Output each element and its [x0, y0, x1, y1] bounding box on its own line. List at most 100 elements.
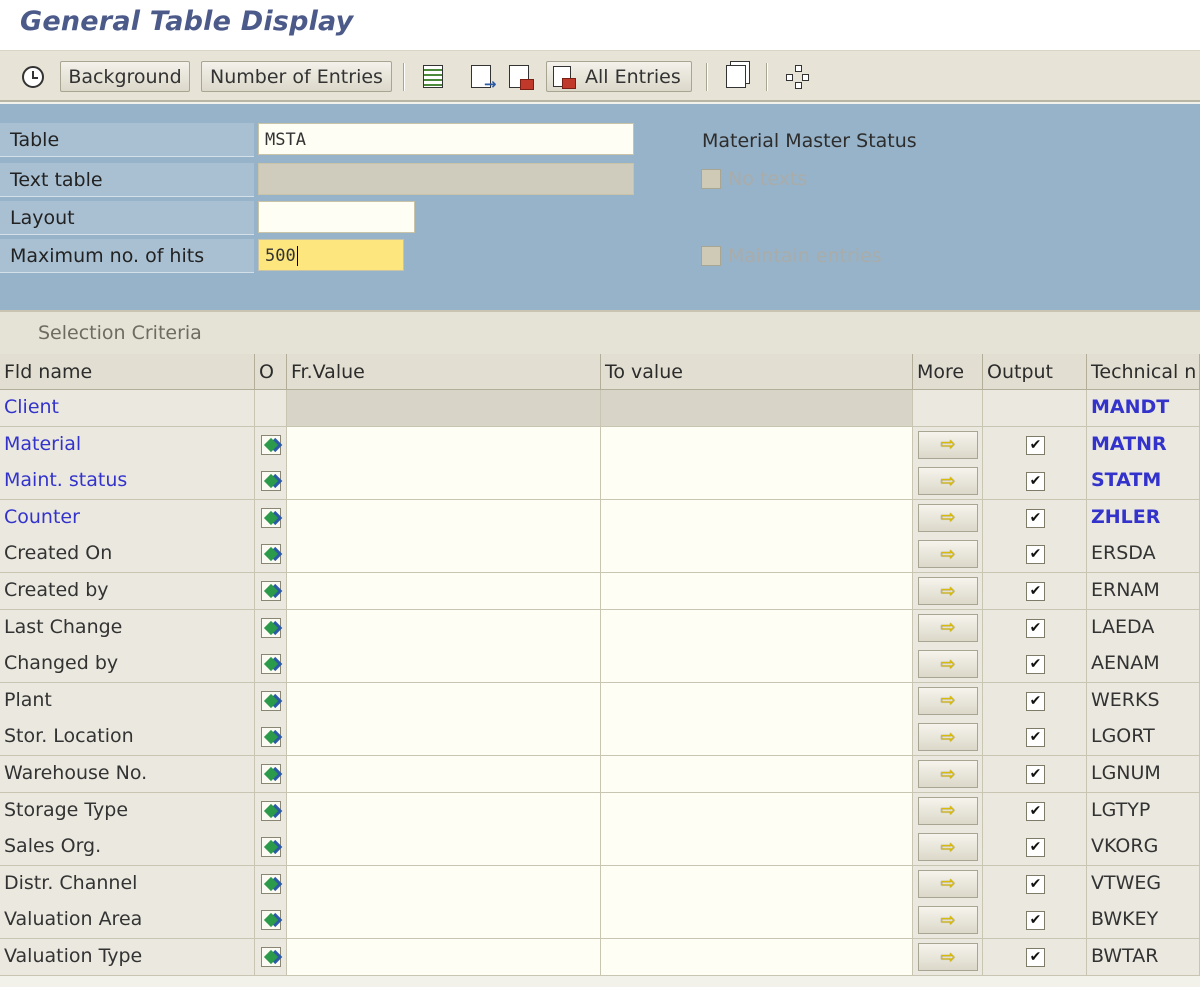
- background-button[interactable]: Background: [60, 61, 190, 92]
- selection-option-icon[interactable]: [261, 581, 281, 601]
- from-value-input[interactable]: [287, 682, 601, 720]
- to-value-input[interactable]: [601, 865, 913, 903]
- selection-option-icon[interactable]: [261, 617, 281, 638]
- column-header-option[interactable]: O: [255, 354, 287, 390]
- output-checkbox[interactable]: ✔: [1026, 435, 1045, 455]
- output-checkbox[interactable]: ✔: [1026, 655, 1045, 675]
- selection-option-icon[interactable]: [261, 434, 281, 455]
- selection-option-icon[interactable]: [261, 507, 281, 528]
- selection-header-panel: Table MSTA Material Master Status Text t…: [0, 104, 1200, 310]
- column-header-field-name[interactable]: Fld name: [0, 354, 255, 390]
- structure-button[interactable]: [782, 61, 813, 92]
- table-field[interactable]: MSTA: [258, 123, 634, 155]
- technical-name: MATNR: [1091, 432, 1167, 455]
- to-value-input[interactable]: [601, 426, 913, 464]
- arrow-right-icon[interactable]: ⇨: [918, 577, 978, 605]
- column-header-output[interactable]: Output: [983, 354, 1087, 390]
- arrow-right-icon[interactable]: ⇨: [918, 467, 978, 496]
- output-checkbox[interactable]: ✔: [1026, 691, 1045, 711]
- selection-option-icon[interactable]: [261, 837, 281, 858]
- selection-option-icon[interactable]: [261, 471, 281, 492]
- arrow-right-icon[interactable]: ⇨: [918, 723, 978, 752]
- from-value-input[interactable]: [287, 865, 601, 903]
- selection-option-icon[interactable]: [261, 727, 281, 748]
- from-value-input[interactable]: [287, 499, 601, 537]
- from-value-input[interactable]: [287, 609, 601, 647]
- to-value-input[interactable]: [601, 756, 913, 793]
- from-value-input[interactable]: [287, 536, 601, 574]
- selection-option-icon[interactable]: [261, 690, 281, 711]
- output-checkbox[interactable]: ✔: [1026, 472, 1045, 492]
- output-checkbox[interactable]: ✔: [1026, 582, 1045, 601]
- arrow-right-icon[interactable]: ⇨: [918, 613, 978, 642]
- to-value-input[interactable]: [601, 719, 913, 757]
- arrow-right-icon[interactable]: ⇨: [918, 833, 978, 862]
- to-value-input[interactable]: [601, 792, 913, 830]
- to-value-input[interactable]: [601, 646, 913, 684]
- from-value-input[interactable]: [287, 939, 601, 976]
- layout-field[interactable]: [258, 201, 415, 233]
- all-entries-button[interactable]: All Entries: [546, 61, 692, 92]
- from-value-input[interactable]: [287, 573, 601, 610]
- output-checkbox[interactable]: ✔: [1026, 765, 1045, 784]
- to-value-input[interactable]: [601, 939, 913, 976]
- number-of-entries-button[interactable]: Number of Entries: [201, 61, 392, 92]
- selection-option-icon[interactable]: [261, 873, 281, 894]
- from-value-input[interactable]: [287, 829, 601, 867]
- column-header-technical-name[interactable]: Technical n: [1087, 354, 1200, 390]
- output-checkbox[interactable]: ✔: [1026, 911, 1045, 931]
- arrow-right-icon[interactable]: ⇨: [918, 869, 978, 898]
- from-value-input[interactable]: [287, 719, 601, 757]
- selection-option-icon[interactable]: [261, 947, 281, 967]
- arrow-right-icon[interactable]: ⇨: [918, 503, 978, 532]
- to-value-input[interactable]: [601, 902, 913, 940]
- output-checkbox[interactable]: ✔: [1026, 728, 1045, 748]
- arrow-right-icon[interactable]: ⇨: [918, 796, 978, 825]
- to-value-input[interactable]: [601, 536, 913, 574]
- output-checkbox[interactable]: ✔: [1026, 618, 1045, 638]
- technical-name: STATM: [1091, 469, 1162, 492]
- execute-button[interactable]: [17, 61, 48, 92]
- from-value-input[interactable]: [287, 646, 601, 684]
- selection-option-icon[interactable]: [261, 800, 281, 821]
- to-value-input[interactable]: [601, 682, 913, 720]
- table-row: Valuation Area ⇨ ✔ BWKEY: [0, 902, 1200, 940]
- from-value-input[interactable]: [287, 756, 601, 793]
- output-checkbox[interactable]: ✔: [1026, 874, 1045, 894]
- from-value-input[interactable]: [287, 463, 601, 501]
- arrow-right-icon[interactable]: ⇨: [918, 906, 978, 935]
- get-variant-button[interactable]: [503, 61, 534, 92]
- arrow-right-icon[interactable]: ⇨: [918, 686, 978, 715]
- output-checkbox[interactable]: ✔: [1026, 838, 1045, 858]
- technical-name-cell: LGTYP: [1087, 792, 1200, 830]
- output-checkbox[interactable]: ✔: [1026, 545, 1045, 565]
- max-hits-field[interactable]: 500: [258, 239, 404, 271]
- to-value-input[interactable]: [601, 463, 913, 501]
- from-value-input[interactable]: [287, 426, 601, 464]
- to-value-input[interactable]: [601, 609, 913, 647]
- output-checkbox[interactable]: ✔: [1026, 801, 1045, 821]
- selection-option-icon[interactable]: [261, 544, 281, 565]
- from-value-input[interactable]: [287, 792, 601, 830]
- column-header-from-value[interactable]: Fr.Value: [287, 354, 601, 390]
- selection-option-icon[interactable]: [261, 764, 281, 784]
- to-value-input[interactable]: [601, 499, 913, 537]
- field-selection-button[interactable]: [720, 61, 751, 92]
- selection-option-icon[interactable]: [261, 654, 281, 675]
- output-checkbox[interactable]: ✔: [1026, 508, 1045, 528]
- column-header-more[interactable]: More: [913, 354, 983, 390]
- arrow-right-icon[interactable]: ⇨: [918, 430, 978, 459]
- to-value-input[interactable]: [601, 829, 913, 867]
- arrow-right-icon[interactable]: ⇨: [918, 943, 978, 971]
- selection-option-icon[interactable]: [261, 910, 281, 931]
- column-header-to-value[interactable]: To value: [601, 354, 913, 390]
- output-checkbox[interactable]: ✔: [1026, 948, 1045, 967]
- save-variant-button[interactable]: [465, 61, 497, 93]
- list-view-button[interactable]: [417, 61, 448, 92]
- arrow-right-icon[interactable]: ⇨: [918, 650, 978, 679]
- arrow-right-icon[interactable]: ⇨: [918, 760, 978, 788]
- arrow-right-icon[interactable]: ⇨: [918, 540, 978, 569]
- technical-name-cell: LGNUM: [1087, 756, 1200, 793]
- to-value-input[interactable]: [601, 573, 913, 610]
- from-value-input[interactable]: [287, 902, 601, 940]
